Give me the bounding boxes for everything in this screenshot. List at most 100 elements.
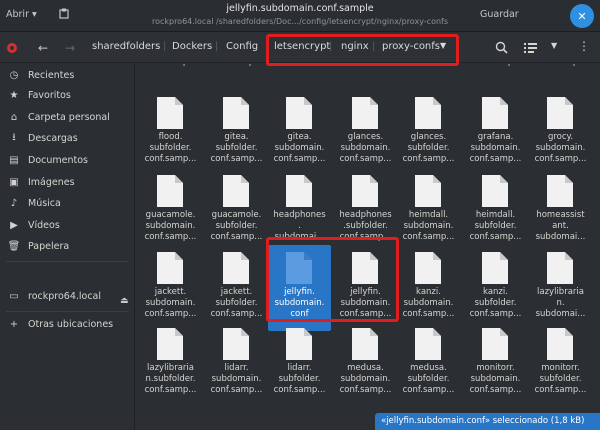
file-item[interactable]: jellyfin. subdomain. conf.samp... xyxy=(334,245,397,331)
file-item[interactable]: monitorr. subfolder. conf.samp... xyxy=(529,321,592,407)
file-grid: subfolder.conf.samp...subdomain.conf.sam… xyxy=(136,64,600,430)
file-item[interactable]: homeassist ant. subdomai... xyxy=(529,168,592,254)
search-icon[interactable] xyxy=(495,41,508,54)
file-name-line: conf.samp... xyxy=(273,154,326,164)
view-options-chevron-icon[interactable]: ▼ xyxy=(551,41,557,50)
sidebar-item-label: Favoritos xyxy=(28,89,71,101)
file-item[interactable]: glances. subfolder. conf.samp... xyxy=(397,90,460,176)
file-name-line: medusa. xyxy=(347,363,384,373)
breadcrumb-proxy-confs[interactable]: proxy-confs xyxy=(382,41,440,52)
back-button[interactable]: ← xyxy=(35,40,51,56)
file-name-line: conf.samp... xyxy=(402,232,455,242)
sidebar-item-descargas[interactable]: ⭳ Descargas xyxy=(0,128,135,148)
breadcrumb-separator: | xyxy=(163,41,167,52)
file-item[interactable]: gitea. subdomain. conf.samp... xyxy=(268,90,331,176)
file-name-line: subdomain. xyxy=(470,143,521,153)
file-name-line: subdomain. xyxy=(340,374,391,384)
close-icon: ✕ xyxy=(577,9,587,23)
file-name-line: jackett. xyxy=(154,287,187,297)
chevron-down-icon[interactable]: ▼ xyxy=(440,41,446,50)
file-item[interactable]: kanzi. subdomain. conf.samp... xyxy=(397,245,460,331)
file-item[interactable]: headphones .subfolder. conf.samp... xyxy=(334,168,397,254)
file-name-line: conf.samp... xyxy=(210,385,263,395)
file-name-line: conf xyxy=(290,309,309,319)
sidebar-item-papelera[interactable]: 🗑 Papelera xyxy=(0,236,135,256)
file-name-line: subdomain. xyxy=(340,143,391,153)
file-name-line: guacamole. xyxy=(211,210,262,220)
file-name-line: conf.samp... xyxy=(210,309,263,319)
sidebar-item-rockpro64[interactable]: ▭ rockpro64.local xyxy=(0,286,135,306)
document-file-icon xyxy=(415,175,441,207)
breadcrumb-nginx[interactable]: nginx xyxy=(341,41,369,52)
file-name-line: n.subfolder. xyxy=(145,374,196,384)
file-name-line: lidarr. xyxy=(224,363,249,373)
file-item[interactable]: heimdall. subfolder. conf.samp... xyxy=(464,168,527,254)
file-name-line: subdomain. xyxy=(403,298,454,308)
file-item[interactable]: jackett. subdomain. conf.samp... xyxy=(139,245,202,331)
breadcrumb-dockers[interactable]: Dockers xyxy=(172,41,212,52)
file-item[interactable]: lidarr. subdomain. conf.samp... xyxy=(205,321,268,407)
file-name-line: subdomain. xyxy=(470,374,521,384)
file-item[interactable]: grafana. subdomain. conf.samp... xyxy=(464,90,527,176)
document-file-icon xyxy=(482,97,508,129)
file-name-line: glances. xyxy=(410,132,447,142)
list-view-icon[interactable] xyxy=(524,42,537,53)
save-button[interactable]: Guardar xyxy=(480,9,519,20)
file-name-line: conf-2 xyxy=(397,64,460,68)
file-name-line: jellyfin. xyxy=(350,287,381,297)
file-item[interactable]: lazylibraria n. subdomai... xyxy=(529,245,592,331)
file-name-line: conf.samp... xyxy=(273,385,326,395)
file-item[interactable]: jackett. subfolder. conf.samp... xyxy=(205,245,268,331)
sidebar: ◷ Recientes ★ Favoritos ⌂ Carpeta personal … xyxy=(0,64,135,430)
file-item[interactable]: lidarr. subfolder. conf.samp... xyxy=(268,321,331,407)
file-name-line: conf.samp... xyxy=(469,385,522,395)
file-name-line: conf.samp... xyxy=(339,232,392,242)
breadcrumb-config[interactable]: Config xyxy=(226,41,258,52)
sidebar-item-documentos[interactable]: ▤ Documentos xyxy=(0,150,135,170)
file-name-line: subfolder. xyxy=(474,221,517,231)
sidebar-item-imagenes[interactable]: ▣ Imágenes xyxy=(0,172,135,192)
toolbar: ← → sharedfolders | Dockers | Config let… xyxy=(0,33,600,63)
breadcrumb-sharedfolders[interactable]: sharedfolders xyxy=(92,41,160,52)
file-name-line: conf.samp... xyxy=(529,64,592,68)
file-name-line: subfolder. xyxy=(215,298,258,308)
file-item[interactable]: medusa. subfolder. conf.samp... xyxy=(397,321,460,407)
file-name-line: guacamole. xyxy=(145,210,196,220)
sidebar-item-recientes[interactable]: ◷ Recientes xyxy=(0,65,135,85)
more-options-icon[interactable]: ⋮ xyxy=(578,39,590,53)
file-item[interactable]: heimdall. subdomain. conf.samp... xyxy=(397,168,460,254)
file-name-line: conf.samp... xyxy=(210,232,263,242)
document-file-icon xyxy=(547,328,573,360)
sidebar-item-label: Música xyxy=(28,197,61,209)
file-item[interactable]: glances. subdomain. conf.samp... xyxy=(334,90,397,176)
sidebar-item-otras-ubicaciones[interactable]: + Otras ubicaciones xyxy=(0,314,135,334)
breadcrumb-separator: | xyxy=(329,41,333,52)
file-item[interactable]: monitorr. subdomain. conf.samp... xyxy=(464,321,527,407)
file-item[interactable]: gitea. subfolder. conf.samp... xyxy=(205,90,268,176)
sidebar-item-carpeta-personal[interactable]: ⌂ Carpeta personal xyxy=(0,107,135,127)
file-item[interactable]: jellyfin. subdomain. conf xyxy=(268,245,331,331)
trash-icon: 🗑 xyxy=(7,240,21,252)
file-item[interactable]: medusa. subdomain. conf.samp... xyxy=(334,321,397,407)
file-item[interactable]: flood. subfolder. conf.samp... xyxy=(139,90,202,176)
forward-button[interactable]: → xyxy=(62,40,78,56)
file-item[interactable]: guacamole. subdomain. conf.samp... xyxy=(139,168,202,254)
close-window-button[interactable]: ✕ xyxy=(570,4,594,28)
document-file-icon xyxy=(286,97,312,129)
file-item[interactable]: guacamole. subfolder. conf.samp... xyxy=(205,168,268,254)
file-name-line: kanzi. xyxy=(483,287,508,297)
file-item[interactable]: headphones. subdomai... xyxy=(268,168,331,254)
breadcrumb-letsencrypt[interactable]: letsencrypt xyxy=(274,41,330,52)
file-name-line: grocy. xyxy=(547,132,574,142)
document-file-icon xyxy=(223,175,249,207)
sidebar-item-label: Otras ubicaciones xyxy=(28,318,114,330)
file-item[interactable]: lazylibraria n.subfolder. conf.samp... xyxy=(139,321,202,407)
sidebar-item-videos[interactable]: ▶ Vídeos xyxy=(0,215,135,235)
sidebar-item-musica[interactable]: ♪ Música xyxy=(0,193,135,213)
app-gear-icon[interactable] xyxy=(6,42,18,54)
file-item[interactable]: kanzi. subfolder. conf.samp... xyxy=(464,245,527,331)
sidebar-item-favoritos[interactable]: ★ Favoritos xyxy=(0,85,135,105)
document-file-icon xyxy=(286,175,312,207)
file-item[interactable]: grocy. subdomain. conf.samp... xyxy=(529,90,592,176)
eject-icon[interactable]: ⏏ xyxy=(120,296,129,306)
